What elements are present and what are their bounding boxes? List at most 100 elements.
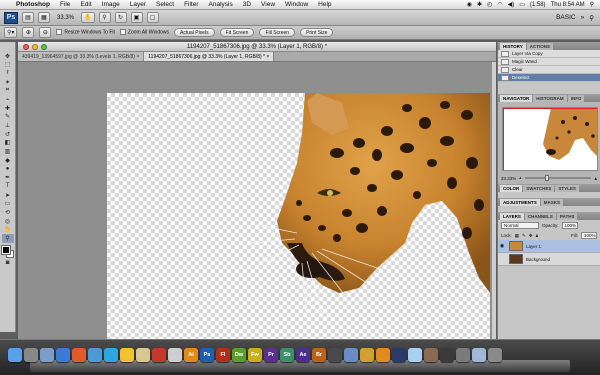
fill-screen-button[interactable]: Fill Screen (259, 28, 296, 37)
type-tool-icon[interactable]: T (2, 182, 14, 190)
dock-app-icon[interactable] (88, 348, 102, 362)
battery-icon[interactable]: ▭ (519, 1, 525, 8)
dock-app-icon[interactable] (120, 348, 134, 362)
print-size-button[interactable]: Print Size (300, 28, 334, 37)
history-item[interactable]: Magic Wand (498, 58, 600, 66)
battery-time[interactable]: (1:58) (530, 2, 546, 8)
dock-app-icon[interactable]: Fl (216, 348, 230, 362)
dock-app-icon[interactable] (424, 348, 438, 362)
dock-app-icon[interactable] (104, 348, 118, 362)
eyedropper-tool-icon[interactable]: ⌁ (2, 95, 14, 103)
lock-image-icon[interactable]: ✎ (522, 233, 526, 239)
dock-app-icon[interactable]: Fw (248, 348, 262, 362)
dock-app-icon[interactable] (392, 348, 406, 362)
dock-app-icon[interactable] (328, 348, 342, 362)
dock-app-icon[interactable]: Sb (280, 348, 294, 362)
slider-thumb[interactable] (544, 175, 549, 181)
arrange-documents-icon[interactable]: ▣ (130, 12, 143, 23)
zoom-tool-icon[interactable]: ⚲ (1, 234, 14, 243)
navigator-zoom-value[interactable]: 33.33% (501, 176, 516, 181)
workspace-switcher[interactable]: BASIC (556, 14, 576, 21)
crop-tool-icon[interactable]: ⌗ (2, 87, 14, 95)
dock-app-icon[interactable] (376, 348, 390, 362)
tab-navigator[interactable]: NAVIGATOR (500, 95, 533, 102)
dock-app-icon[interactable] (8, 348, 22, 362)
quick-mask-icon[interactable]: ◙ (2, 259, 14, 267)
zoom-in-icon[interactable]: ⊕ (22, 27, 35, 38)
dock-app-icon[interactable]: Pr (264, 348, 278, 362)
dock-app-icon[interactable] (136, 348, 150, 362)
status-icon[interactable]: ◉ (467, 1, 472, 8)
navigator-zoom-slider[interactable] (524, 175, 591, 181)
dock-app-icon[interactable] (344, 348, 358, 362)
tab-styles[interactable]: STYLES (555, 185, 579, 192)
wifi-icon[interactable]: ◠ (497, 1, 502, 8)
foreground-color-swatch[interactable] (0, 245, 11, 256)
zoom-level[interactable]: 33.3% (54, 15, 77, 21)
dock-app-icon[interactable] (72, 348, 86, 362)
dock-app-icon[interactable] (472, 348, 486, 362)
layer-name[interactable]: Layer 1 (526, 244, 541, 249)
shape-tool-icon[interactable]: ▭ (2, 200, 14, 208)
clock-icon[interactable]: ◴ (487, 1, 492, 8)
menu-layer[interactable]: Layer (125, 1, 151, 8)
volume-icon[interactable]: ◀) (508, 1, 515, 8)
dock-app-icon[interactable]: Dw (232, 348, 246, 362)
dock-app-icon[interactable]: Ae (296, 348, 310, 362)
dock-app-icon[interactable] (440, 348, 454, 362)
actual-pixels-button[interactable]: Actual Pixels (174, 28, 215, 37)
image-canvas[interactable] (107, 93, 490, 349)
marquee-tool-icon[interactable]: ⬚ (2, 61, 14, 69)
menu-select[interactable]: Select (151, 1, 179, 8)
menu-app-name[interactable]: Photoshop (14, 1, 55, 8)
dock-app-icon[interactable] (24, 348, 38, 362)
zoom-tool-icon[interactable]: ⚲ (98, 12, 111, 23)
history-brush-tool-icon[interactable]: ↺ (2, 130, 14, 138)
zoom-window-icon[interactable] (41, 43, 47, 50)
zoom-preset-icon[interactable]: ⚲▾ (4, 27, 18, 38)
dock-app-icon[interactable] (56, 348, 70, 362)
tab-swatches[interactable]: SWATCHES (523, 185, 555, 192)
zoom-in-large-icon[interactable]: ▲ (594, 176, 598, 181)
menu-filter[interactable]: Filter (179, 1, 203, 8)
bridge-icon[interactable]: ▤ (22, 12, 34, 23)
magic-wand-tool-icon[interactable]: ✶ (2, 78, 14, 86)
search-icon[interactable]: ⚲ (589, 14, 594, 22)
menu-file[interactable]: File (55, 1, 75, 8)
lock-transparency-icon[interactable]: ▦ (515, 233, 519, 239)
fill-field[interactable]: 100% (581, 232, 597, 239)
canvas-area[interactable] (18, 62, 496, 349)
tab-history[interactable]: HISTORY (500, 43, 526, 50)
dock-app-icon[interactable]: Ps (200, 348, 214, 362)
zoom-out-small-icon[interactable]: ▴ (519, 175, 521, 181)
dock-app-icon[interactable] (40, 348, 54, 362)
dock-app-icon[interactable] (488, 348, 502, 362)
healing-brush-tool-icon[interactable]: ✚ (2, 104, 14, 112)
menu-edit[interactable]: Edit (75, 1, 96, 8)
hand-tool-icon[interactable]: ✋ (81, 12, 95, 23)
menu-view[interactable]: View (256, 1, 280, 8)
history-item-selected[interactable]: Deselect (498, 74, 600, 82)
rotate-view-icon[interactable]: ↻ (114, 12, 127, 23)
zoom-out-icon[interactable]: ⊖ (39, 27, 52, 38)
tab-layers[interactable]: LAYERS (500, 213, 524, 220)
layer-row-layer-1[interactable]: ◉ Layer 1 (498, 240, 600, 253)
menu-image[interactable]: Image (97, 1, 125, 8)
tab-histogram[interactable]: HISTOGRAM (533, 95, 567, 102)
color-swatches[interactable] (0, 245, 14, 259)
lasso-tool-icon[interactable]: ℓ (2, 69, 14, 77)
tab-document-1[interactable]: 439419_13964597.jpg @ 33.3% (Levels 1, R… (18, 52, 145, 61)
pen-tool-icon[interactable]: ✒ (2, 174, 14, 182)
tab-document-2[interactable]: 1194207_51867306.jpg @ 33.3% (Layer 1, R… (144, 52, 275, 61)
dodge-tool-icon[interactable]: ● (2, 165, 14, 173)
dock-app-icon[interactable] (152, 348, 166, 362)
3d-orbit-tool-icon[interactable]: ◎ (2, 217, 14, 225)
history-item[interactable]: Clear (498, 66, 600, 74)
close-window-icon[interactable] (23, 43, 29, 50)
dock-app-icon[interactable]: Br (312, 348, 326, 362)
minimize-window-icon[interactable] (32, 43, 38, 50)
brush-tool-icon[interactable]: ✎ (2, 113, 14, 121)
vertical-scrollbar[interactable] (492, 62, 496, 339)
tab-channels[interactable]: CHANNELS (524, 213, 556, 220)
clone-stamp-tool-icon[interactable]: ⊥ (2, 122, 14, 130)
